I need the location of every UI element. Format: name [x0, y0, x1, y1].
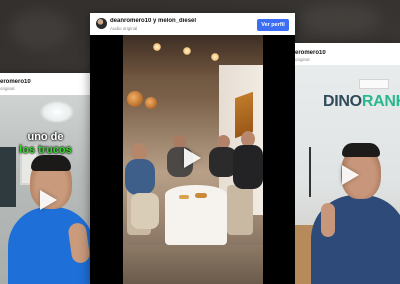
post-card-left[interactable]: eromero10 original uno de los trucos — [0, 73, 91, 284]
brand-sign-part-1: DINO — [323, 93, 362, 110]
post-header: eromero10 original — [295, 43, 400, 65]
video-caption-line-1: uno de — [27, 131, 64, 143]
post-card-right[interactable]: eromero10 original DINORANK — [295, 43, 400, 284]
post-audio-label: original — [0, 86, 15, 91]
post-header: deanromero10 y melon_diesel Audio origin… — [90, 13, 295, 35]
video-caption-line-2: los trucos — [19, 144, 72, 156]
post-username[interactable]: deanromero10 y melon_diesel — [110, 18, 196, 24]
view-profile-button[interactable]: Ver perfil — [257, 19, 289, 31]
post-audio-label: original — [295, 57, 310, 62]
brand-sign: DINORANK — [323, 93, 400, 111]
brand-sign-part-2: RANK — [361, 93, 400, 110]
post-card-center[interactable]: deanromero10 y melon_diesel Audio origin… — [90, 13, 295, 284]
video-thumbnail[interactable]: DINORANK — [295, 65, 400, 284]
post-username[interactable]: eromero10 — [295, 50, 395, 56]
post-username[interactable]: eromero10 — [0, 79, 80, 85]
post-header: eromero10 original — [0, 73, 91, 95]
play-icon[interactable] — [40, 190, 57, 210]
play-icon[interactable] — [342, 165, 359, 185]
video-thumbnail[interactable] — [90, 35, 295, 284]
post-audio-label: Audio original — [110, 26, 138, 31]
play-icon[interactable] — [184, 148, 201, 168]
video-thumbnail[interactable]: uno de los trucos — [0, 95, 91, 284]
avatar[interactable] — [96, 18, 107, 29]
